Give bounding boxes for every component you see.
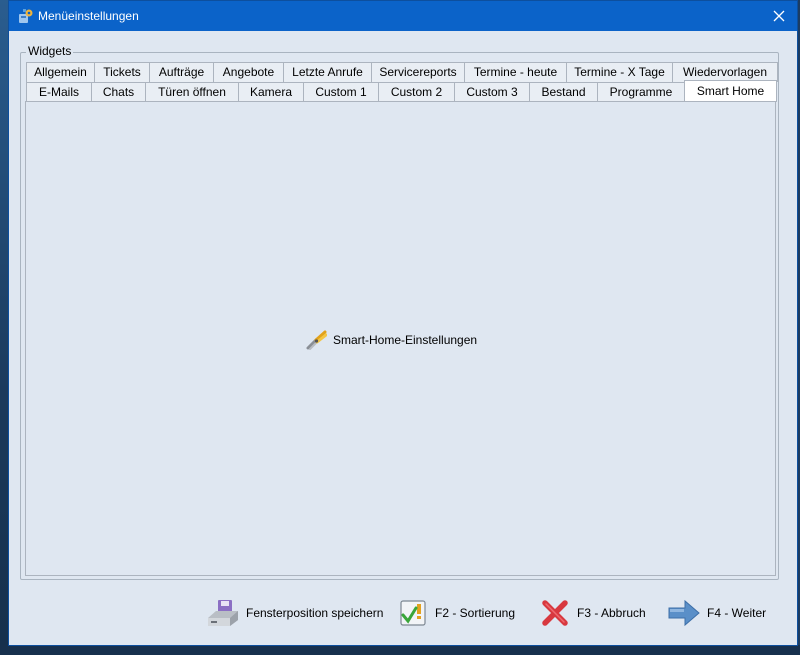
next-label: F4 - Weiter	[707, 606, 767, 620]
tab-e-mails[interactable]: E-Mails	[26, 82, 92, 102]
tab-auftraege[interactable]: Aufträge	[149, 62, 214, 82]
app-settings-icon	[19, 9, 33, 23]
window-title: Menüeinstellungen	[38, 9, 139, 23]
tab-smart-home[interactable]: Smart Home	[684, 80, 777, 102]
desktop-background-bottom	[0, 645, 800, 655]
save-window-position-button[interactable]: Fensterposition speichern	[206, 597, 383, 629]
tab-row-1: Allgemein Tickets Aufträge Angebote Letz…	[26, 62, 778, 82]
tab-custom-1[interactable]: Custom 1	[303, 82, 379, 102]
tab-custom-3[interactable]: Custom 3	[454, 82, 530, 102]
widgets-group-legend: Widgets	[26, 44, 74, 58]
tab-servicereports[interactable]: Servicereports	[371, 62, 465, 82]
title-bar[interactable]: Menüeinstellungen	[9, 1, 797, 31]
sorting-button[interactable]: F2 - Sortierung	[397, 597, 515, 629]
tab-termine-heute[interactable]: Termine - heute	[464, 62, 567, 82]
tab-chats[interactable]: Chats	[91, 82, 146, 102]
tab-wiedervorlagen[interactable]: Wiedervorlagen	[672, 62, 778, 82]
tab-tickets[interactable]: Tickets	[94, 62, 150, 82]
tab-termine-x-tage[interactable]: Termine - X Tage	[566, 62, 673, 82]
close-icon	[773, 10, 785, 22]
save-drive-icon	[208, 600, 238, 626]
pliers-tool-icon	[306, 330, 327, 350]
tab-row-2: E-Mails Chats Türen öffnen Kamera Custom…	[26, 80, 777, 102]
tab-bestand[interactable]: Bestand	[529, 82, 598, 102]
next-button[interactable]: F4 - Weiter	[667, 597, 766, 629]
tab-angebote[interactable]: Angebote	[213, 62, 284, 82]
arrow-right-icon	[668, 599, 700, 627]
close-button[interactable]	[765, 3, 793, 29]
cancel-button[interactable]: F3 - Abbruch	[539, 597, 646, 629]
tab-custom-2[interactable]: Custom 2	[378, 82, 455, 102]
smart-home-settings-label: Smart-Home-Einstellungen	[333, 333, 478, 347]
tab-programme[interactable]: Programme	[597, 82, 685, 102]
tab-letzte-anrufe[interactable]: Letzte Anrufe	[283, 62, 372, 82]
tab-allgemein[interactable]: Allgemein	[26, 62, 95, 82]
sorting-checklist-icon	[400, 600, 426, 626]
cancel-label: F3 - Abbruch	[577, 606, 646, 620]
tab-tueren-oeffnen[interactable]: Türen öffnen	[145, 82, 239, 102]
settings-dialog: Menüeinstellungen Widgets Allgemein Tick…	[8, 0, 798, 646]
cancel-x-icon	[542, 600, 568, 626]
sorting-label: F2 - Sortierung	[435, 606, 516, 620]
smart-home-settings-link[interactable]: Smart-Home-Einstellungen	[305, 327, 477, 353]
tab-kamera[interactable]: Kamera	[238, 82, 304, 102]
save-window-position-label: Fensterposition speichern	[246, 606, 384, 620]
